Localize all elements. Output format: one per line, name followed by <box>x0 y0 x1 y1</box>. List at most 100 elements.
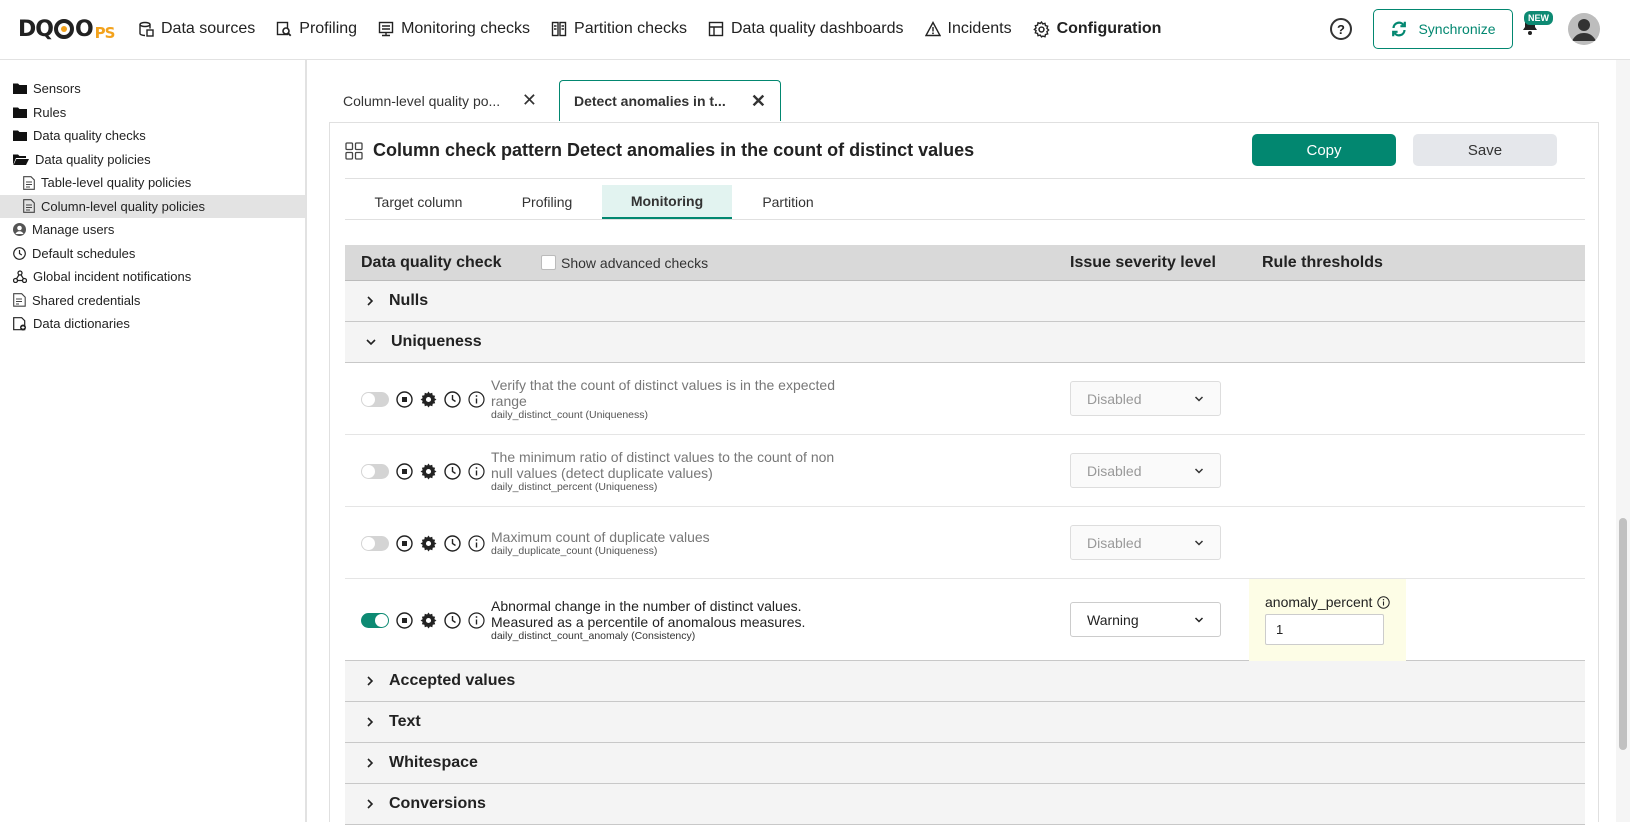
editor-tabs: Column-level quality po... ✕ Detect anom… <box>329 80 789 121</box>
sidebar-item-rules[interactable]: Rules <box>0 101 305 125</box>
sidebar-item-default-schedules[interactable]: Default schedules <box>0 242 305 266</box>
severity-select[interactable]: Disabled <box>1070 525 1221 560</box>
sidebar-item-data-dictionaries[interactable]: Data dictionaries <box>0 312 305 336</box>
sidebar-item-data-quality-checks[interactable]: Data quality checks <box>0 124 305 148</box>
group-whitespace[interactable]: Whitespace <box>345 743 1585 784</box>
group-accepted-values[interactable]: Accepted values <box>345 661 1585 702</box>
group-conversions[interactable]: Conversions <box>345 784 1585 825</box>
show-advanced-checkbox[interactable] <box>541 255 556 270</box>
show-advanced-checks[interactable]: Show advanced checks <box>541 255 708 271</box>
column-header-thresholds: Rule thresholds <box>1262 253 1383 271</box>
user-avatar[interactable] <box>1568 13 1600 45</box>
sidebar-item-shared-credentials[interactable]: Shared credentials <box>0 289 305 313</box>
group-nulls[interactable]: Nulls <box>345 281 1585 322</box>
settings-gear-icon[interactable] <box>420 463 437 480</box>
check-description-text: The minimum ratio of distinct values to … <box>491 449 835 481</box>
tab-target-column[interactable]: Target column <box>345 185 492 219</box>
severity-select[interactable]: Warning <box>1070 602 1221 637</box>
nav-partition-checks[interactable]: Partition checks <box>551 17 687 41</box>
tab-profiling[interactable]: Profiling <box>492 185 602 219</box>
severity-select[interactable]: Disabled <box>1070 381 1221 416</box>
logo-letter-d: D <box>18 16 36 42</box>
sidebar-item-sensors[interactable]: Sensors <box>0 77 305 101</box>
sync-label: Synchronize <box>1418 21 1496 37</box>
logo-letter-q: Q <box>35 16 54 42</box>
webhook-icon <box>13 270 27 284</box>
severity-select[interactable]: Disabled <box>1070 453 1221 488</box>
save-button[interactable]: Save <box>1413 134 1557 166</box>
check-controls <box>361 535 485 552</box>
nav-profiling[interactable]: Profiling <box>276 17 357 41</box>
sidebar-item-table-level-quality-policies[interactable]: Table-level quality policies <box>0 171 305 195</box>
scrollbar-thumb[interactable] <box>1619 518 1627 750</box>
nav-incidents[interactable]: Incidents <box>924 17 1012 41</box>
check-enable-toggle[interactable] <box>361 392 389 407</box>
check-controls <box>361 391 485 408</box>
sidebar-item-manage-users[interactable]: Manage users <box>0 218 305 242</box>
tab-detect-anomalies[interactable]: Detect anomalies in t... ✕ <box>559 80 781 121</box>
help-icon[interactable]: ? <box>1330 18 1352 40</box>
anomaly-percent-input[interactable]: 1 <box>1265 614 1384 645</box>
nav-monitoring-checks[interactable]: Monitoring checks <box>378 17 530 41</box>
chevron-right-icon <box>365 675 375 687</box>
nav-data-quality-dashboards[interactable]: Data quality dashboards <box>708 17 904 41</box>
info-icon[interactable] <box>468 535 485 552</box>
column-header-check: Data quality check <box>361 253 502 271</box>
nav-label: Profiling <box>299 20 358 37</box>
close-icon[interactable]: ✕ <box>751 91 766 112</box>
schedule-clock-icon[interactable] <box>444 535 461 552</box>
nav-configuration[interactable]: Configuration <box>1032 17 1161 41</box>
check-code: daily_distinct_percent (Uniqueness) <box>491 481 658 493</box>
check-enable-toggle[interactable] <box>361 613 389 628</box>
synchronize-button[interactable]: Synchronize <box>1373 9 1513 49</box>
check-controls <box>361 612 485 629</box>
close-icon[interactable]: ✕ <box>522 90 537 111</box>
schedule-clock-icon[interactable] <box>444 463 461 480</box>
stop-circle-icon[interactable] <box>396 612 413 629</box>
sidebar-item-label: Default schedules <box>32 245 136 261</box>
check-row-daily-distinct-percent: The minimum ratio of distinct values to … <box>345 435 1585 507</box>
group-text[interactable]: Text <box>345 702 1585 743</box>
info-icon[interactable] <box>468 612 485 629</box>
main-nav: Data sources Profiling Monitoring checks… <box>138 17 1182 41</box>
stop-circle-icon[interactable] <box>396 463 413 480</box>
check-enable-toggle[interactable] <box>361 536 389 551</box>
schedule-clock-icon[interactable] <box>444 391 461 408</box>
settings-gear-icon[interactable] <box>420 535 437 552</box>
nav-data-sources[interactable]: Data sources <box>138 17 255 41</box>
info-icon[interactable] <box>468 463 485 480</box>
check-type-tabs: Target column Profiling Monitoring Parti… <box>345 185 1585 220</box>
sidebar-item-label: Global incident notifications <box>33 269 192 285</box>
group-uniqueness[interactable]: Uniqueness <box>345 322 1585 363</box>
tab-column-level-quality-policies[interactable]: Column-level quality po... ✕ <box>329 80 551 121</box>
checks-table: Data quality check Show advanced checks … <box>345 245 1585 825</box>
nav-label: Data sources <box>161 20 256 37</box>
chevron-down-icon <box>1194 539 1204 547</box>
stop-circle-icon[interactable] <box>396 535 413 552</box>
credentials-icon <box>13 293 26 307</box>
sidebar-item-column-level-quality-policies[interactable]: Column-level quality policies <box>0 194 305 218</box>
chevron-right-icon <box>365 757 375 769</box>
sidebar-item-data-quality-policies[interactable]: Data quality policies <box>0 148 305 172</box>
nav-label: Monitoring checks <box>401 20 531 37</box>
check-code: daily_distinct_count (Uniqueness) <box>491 409 649 421</box>
settings-gear-icon[interactable] <box>420 391 437 408</box>
sync-icon <box>1390 20 1408 38</box>
info-icon[interactable] <box>1377 595 1391 609</box>
info-icon[interactable] <box>468 391 485 408</box>
dqops-logo[interactable]: D Q O PS <box>18 14 115 44</box>
check-row-daily-distinct-count: Verify that the count of distinct values… <box>345 363 1585 435</box>
sidebar-item-global-incident-notifications[interactable]: Global incident notifications <box>0 265 305 289</box>
clock-icon <box>13 246 26 260</box>
threshold-label-text: anomaly_percent <box>1265 594 1373 610</box>
tab-partition[interactable]: Partition <box>732 185 844 219</box>
stop-circle-icon[interactable] <box>396 391 413 408</box>
check-enable-toggle[interactable] <box>361 464 389 479</box>
schedule-clock-icon[interactable] <box>444 612 461 629</box>
settings-gear-icon[interactable] <box>420 612 437 629</box>
check-description: Verify that the count of distinct values… <box>491 377 836 422</box>
logo-ring-icon <box>53 19 74 39</box>
tab-monitoring[interactable]: Monitoring <box>602 185 732 219</box>
copy-button[interactable]: Copy <box>1252 134 1396 166</box>
nav-label: Incidents <box>947 20 1012 37</box>
